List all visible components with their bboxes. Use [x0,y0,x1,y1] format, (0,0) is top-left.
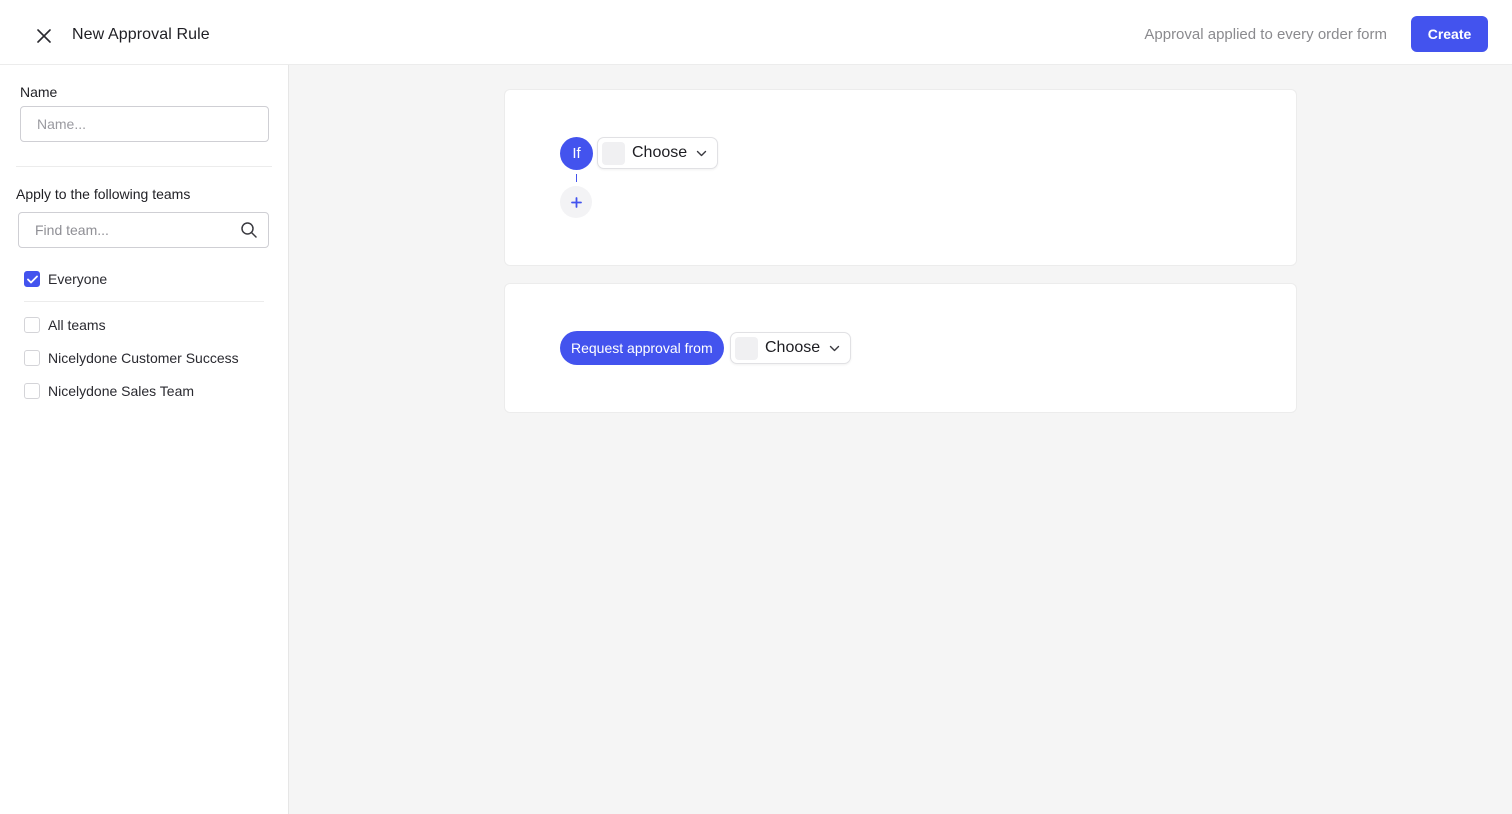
team-option-everyone[interactable]: Everyone [24,270,107,288]
page-title: New Approval Rule [72,26,210,43]
divider [16,166,272,167]
approver-swatch [735,336,758,360]
condition-card: If Choose [504,89,1297,266]
sales-team-checkbox[interactable] [24,383,40,399]
divider [24,301,264,302]
rule-settings-sidebar: Name Apply to the following teams Everyo… [0,65,289,814]
plus-icon [570,196,582,208]
condition-choose-dropdown[interactable]: Choose [597,137,719,169]
choose-label: Choose [632,144,688,161]
create-button[interactable]: Create [1411,16,1488,52]
team-search-input[interactable] [19,213,234,247]
teams-label: Apply to the following teams [16,186,191,202]
customer-success-label: Nicelydone Customer Success [48,350,239,366]
if-badge: If [560,137,593,170]
team-option-all-teams[interactable]: All teams [24,316,106,334]
name-input[interactable] [20,106,269,142]
team-option-sales-team[interactable]: Nicelydone Sales Team [24,382,194,400]
sales-team-label: Nicelydone Sales Team [48,383,195,399]
approval-card: Request approval from Choose [504,283,1297,413]
everyone-checkbox[interactable] [24,271,40,287]
customer-success-checkbox[interactable] [24,350,40,366]
chevron-down-icon [829,345,840,351]
request-approval-badge[interactable]: Request approval from [560,331,724,365]
all-teams-label: All teams [48,317,106,333]
search-icon [241,222,257,238]
approval-scope-text: Approval applied to every order form [1144,26,1387,43]
chevron-down-icon [696,150,707,156]
close-icon [37,29,51,43]
name-label: Name [20,84,58,100]
team-option-customer-success[interactable]: Nicelydone Customer Success [24,349,239,367]
all-teams-checkbox[interactable] [24,317,40,333]
connector-line [576,174,577,182]
approver-choose-dropdown[interactable]: Choose [730,332,852,364]
add-condition-button[interactable] [560,186,592,218]
top-bar: New Approval Rule Approval applied to ev… [0,0,1512,65]
close-button[interactable] [32,24,56,48]
team-search-box [18,212,269,248]
checkmark-icon [26,275,38,283]
everyone-label: Everyone [48,271,108,287]
choose-label: Choose [765,339,821,356]
condition-swatch [602,141,625,165]
